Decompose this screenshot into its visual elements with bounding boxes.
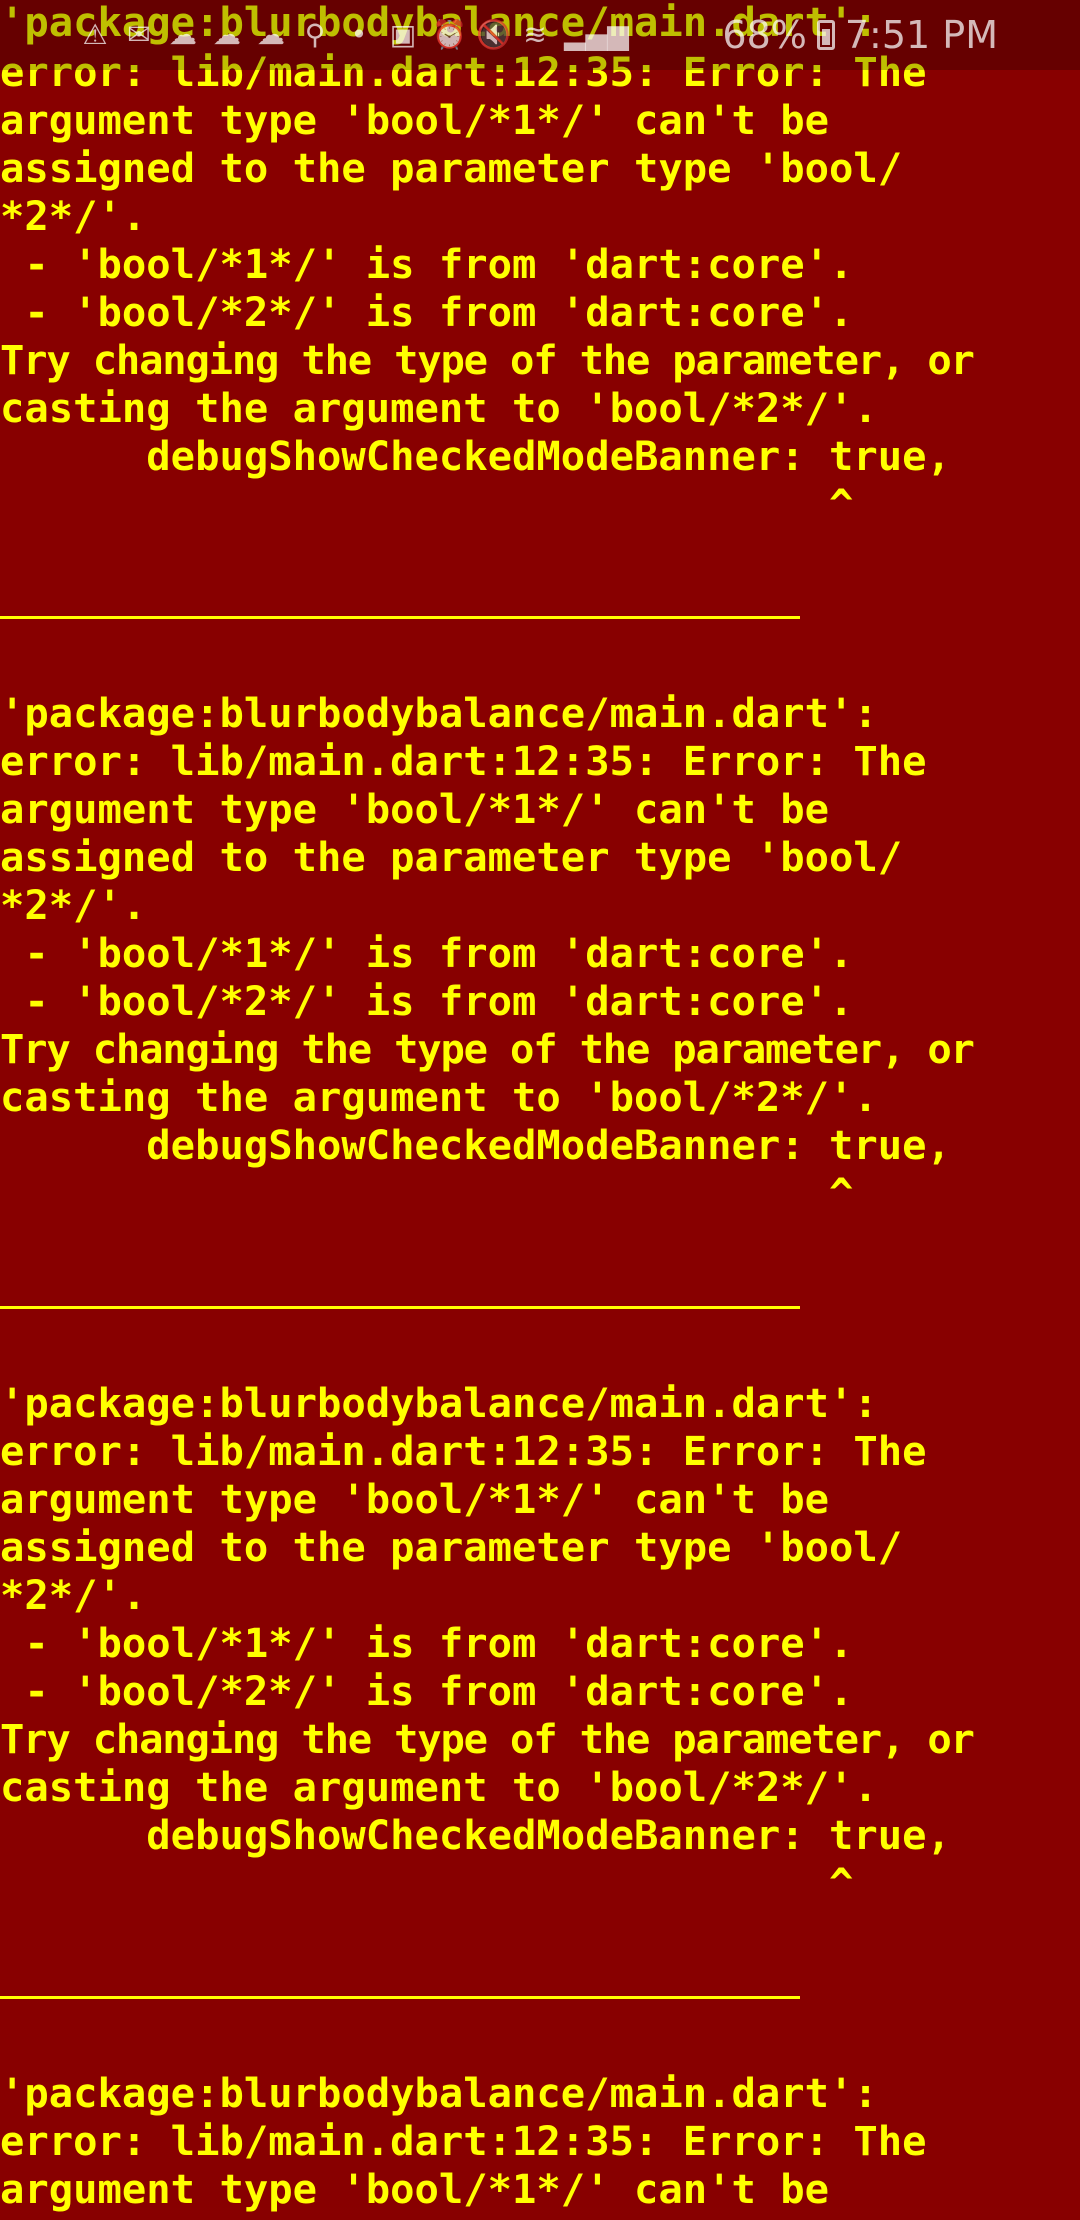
error-line-hint: Try changing the type of the parameter, …: [0, 1025, 975, 1073]
error-line-hint-cont: casting the argument to 'bool/*2*/'.: [0, 1073, 878, 1121]
mute-icon: 🔇: [476, 18, 511, 51]
error-line-argument: argument type 'bool/*1*/' can't be: [0, 1475, 830, 1523]
battery-icon: [816, 20, 835, 50]
error-line-caret: ^: [0, 1169, 854, 1217]
error-console[interactable]: 'package:blurbodybalance/main.dart': err…: [0, 0, 1080, 2220]
notification-icons: ⚠ ✉ ☁ ☁ ☁ ⚲ • ▣ ⏰ 🔇 ≋ ▂▄▆: [80, 12, 629, 58]
error-line-code: debugShowCheckedModeBanner: true,: [0, 432, 951, 480]
error-line-assigned: assigned to the parameter type 'bool/: [0, 1523, 903, 1571]
image-icon: ▣: [389, 18, 417, 51]
error-line-argument: argument type 'bool/*1*/' can't be: [0, 785, 830, 833]
more-icon: •: [350, 18, 368, 51]
error-line-caret: ^: [0, 1859, 854, 1907]
cloud-icon: ☁: [257, 18, 285, 51]
error-line-package: 'package:blurbodybalance/main.dart':: [0, 1379, 878, 1427]
error-line-package: 'package:blurbodybalance/main.dart':: [0, 689, 878, 737]
error-line-source-2: - 'bool/*2*/' is from 'dart:core'.: [0, 288, 854, 336]
error-line-source-1: - 'bool/*1*/' is from 'dart:core'.: [0, 929, 854, 977]
error-line-hint: Try changing the type of the parameter, …: [0, 1715, 975, 1763]
message-icon: ✉: [127, 18, 151, 51]
error-line-assigned: assigned to the parameter type 'bool/: [0, 144, 903, 192]
wifi-icon: ≋: [523, 18, 547, 51]
error-line-caret: ^: [0, 480, 854, 528]
cloud-icon: ☁: [169, 18, 197, 51]
error-line-package: 'package:blurbodybalance/main.dart':: [0, 2069, 878, 2117]
alarm-icon: ⏰: [432, 18, 467, 51]
status-right: 68% 7:51 PM: [722, 10, 998, 60]
error-line-source-2: - 'bool/*2*/' is from 'dart:core'.: [0, 1667, 854, 1715]
error-line-type-end: *2*/'.: [0, 1571, 147, 1619]
link-icon: ⚲: [304, 18, 326, 51]
error-line-hint-cont: casting the argument to 'bool/*2*/'.: [0, 1763, 878, 1811]
signal-icon: ▂▄▆: [564, 18, 629, 51]
error-line-source-1: - 'bool/*1*/' is from 'dart:core'.: [0, 1619, 854, 1667]
error-line-source-2: - 'bool/*2*/' is from 'dart:core'.: [0, 977, 854, 1025]
battery-percent: 68%: [722, 13, 807, 57]
error-line-code: debugShowCheckedModeBanner: true,: [0, 1121, 951, 1169]
error-line-type-end: *2*/'.: [0, 881, 147, 929]
error-line-type-end: *2*/'.: [0, 192, 147, 240]
divider: [0, 1996, 800, 1999]
error-line-location: error: lib/main.dart:12:35: Error: The: [0, 1427, 927, 1475]
error-line-argument: argument type 'bool/*1*/' can't be: [0, 2165, 830, 2213]
error-line-location: error: lib/main.dart:12:35: Error: The: [0, 2117, 927, 2165]
divider: [0, 616, 800, 619]
error-line-location: error: lib/main.dart:12:35: Error: The: [0, 737, 927, 785]
error-line-hint: Try changing the type of the parameter, …: [0, 336, 975, 384]
clock: 7:51 PM: [844, 13, 998, 57]
warning-icon: ⚠: [82, 18, 108, 51]
error-line-code: debugShowCheckedModeBanner: true,: [0, 1811, 951, 1859]
error-line-assigned: assigned to the parameter type 'bool/: [0, 833, 903, 881]
status-bar: ⚠ ✉ ☁ ☁ ☁ ⚲ • ▣ ⏰ 🔇 ≋ ▂▄▆ 68% 7:51 PM: [0, 0, 1080, 70]
error-line-source-1: - 'bool/*1*/' is from 'dart:core'.: [0, 240, 854, 288]
error-line-argument: argument type 'bool/*1*/' can't be: [0, 96, 830, 144]
divider: [0, 1306, 800, 1309]
cloud-icon: ☁: [213, 18, 241, 51]
error-line-hint-cont: casting the argument to 'bool/*2*/'.: [0, 384, 878, 432]
